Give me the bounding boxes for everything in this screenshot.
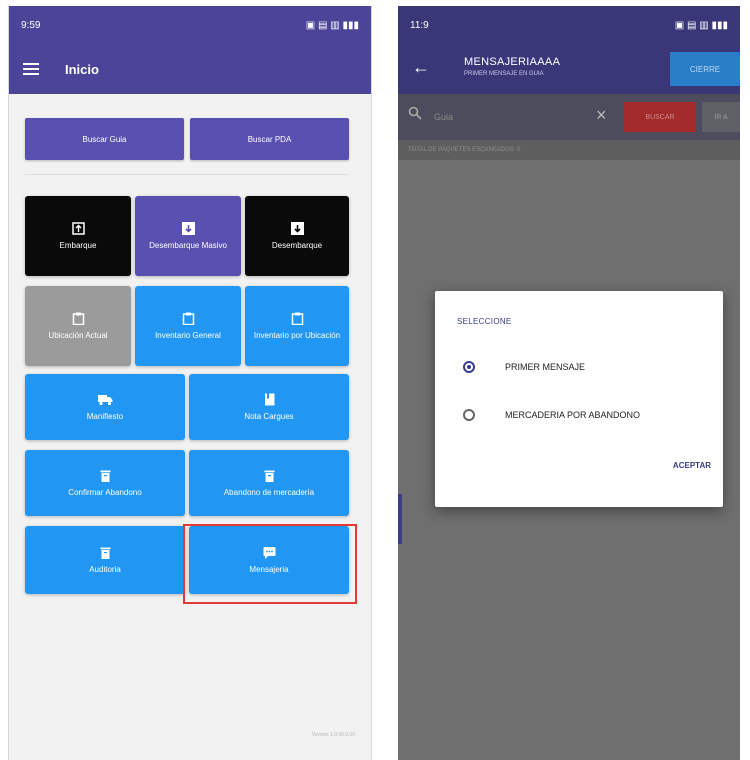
archive-icon [100, 547, 110, 559]
trash-icon [264, 470, 274, 482]
option-label: MERCADERIA POR ABANDONO [505, 410, 641, 420]
download-box-icon [290, 222, 304, 235]
clipboard-icon [72, 312, 84, 325]
status-time: 11:9 [410, 19, 429, 31]
cierre-button[interactable]: CIERRE [670, 52, 740, 86]
tile-desembarque-masivo[interactable]: Desembarque Masivo [135, 196, 241, 276]
option-label: PRIMER MENSAJE [505, 362, 586, 372]
page-title: Inicio [65, 61, 99, 77]
buscar-guia-button[interactable]: Buscar Guia [25, 118, 184, 160]
tile-label: Manifiesto [86, 412, 124, 421]
tile-label: Abandono de mercadería [223, 488, 315, 497]
edge-accent [398, 494, 402, 544]
tile-manifiesto[interactable]: Manifiesto [25, 374, 185, 440]
tile-label: Desembarque Masivo [149, 241, 227, 250]
phone-screen-home: 9:59 ▣ ▤ ▥ ▮▮▮ Inicio Buscar Guia Buscar… [8, 6, 372, 760]
tile-label: Auditoria [89, 565, 121, 574]
tile-label: Nota Cargues [244, 412, 294, 421]
phone-screen-mensajeria: 11:9 ▣ ▤ ▥ ▮▮▮ ← MENSAJERIAAAA PRIMER ME… [398, 6, 740, 760]
option-primer-mensaje[interactable]: PRIMER MENSAJE [463, 361, 585, 373]
back-arrow-icon[interactable]: ← [412, 58, 430, 76]
tile-label: Embarque [59, 241, 97, 250]
status-bar: 11:9 ▣ ▤ ▥ ▮▮▮ [398, 6, 740, 44]
buscar-button[interactable]: BUSCAR [624, 102, 696, 132]
clipboard-icon [291, 312, 303, 325]
radio-checked-icon[interactable] [463, 361, 475, 373]
clipboard-icon [182, 312, 194, 325]
tile-label: Inventario General [155, 331, 221, 340]
status-time: 9:59 [21, 19, 41, 31]
status-bar: 9:59 ▣ ▤ ▥ ▮▮▮ [9, 6, 371, 44]
divider [25, 174, 349, 175]
highlight-box [183, 524, 357, 604]
trash-icon [100, 470, 110, 482]
radio-unchecked-icon[interactable] [463, 409, 475, 421]
status-icons: ▣ ▤ ▥ ▮▮▮ [674, 19, 728, 31]
tile-label: Desembarque [271, 241, 323, 250]
version-text: Version 1.0.00.0.00 [311, 732, 355, 738]
tile-label: Ubicación Actual [48, 331, 108, 340]
tile-nota-cargue[interactable]: Nota Cargues [189, 374, 349, 440]
search-icon [408, 106, 422, 120]
tile-embarque[interactable]: Embarque [25, 196, 131, 276]
tile-inventario-general[interactable]: Inventario General [135, 286, 241, 366]
search-buttons-row: Buscar Guia Buscar PDA [25, 118, 349, 160]
tile-confirmar-abandono[interactable]: Confirmar Abandono [25, 450, 185, 516]
dialog-title: SELECCIONE [457, 317, 512, 326]
select-dialog: SELECCIONE PRIMER MENSAJE MERCADERIA POR… [435, 291, 723, 507]
download-box-icon [181, 222, 195, 235]
upload-box-icon [71, 222, 85, 235]
guia-search-input[interactable] [434, 109, 584, 125]
page-subtitle: PRIMER MENSAJE EN GUIA [464, 71, 544, 77]
aceptar-button[interactable]: ACEPTAR [673, 461, 711, 470]
menu-icon[interactable] [23, 63, 39, 75]
buscar-pda-button[interactable]: Buscar PDA [190, 118, 349, 160]
clear-icon[interactable]: × [596, 106, 607, 124]
total-scanned-text: TOTAL DE PAQUETES ESCANEADOS: 0 [398, 140, 740, 160]
status-icons: ▣ ▤ ▥ ▮▮▮ [305, 19, 359, 31]
tile-abandono-mercaderia[interactable]: Abandono de mercadería [189, 450, 349, 516]
tile-auditoria[interactable]: Auditoria [25, 526, 185, 594]
option-mercaderia-abandono[interactable]: MERCADERIA POR ABANDONO [463, 409, 640, 421]
truck-icon [97, 395, 112, 406]
tile-label: Confirmar Abandono [68, 488, 142, 497]
book-icon [264, 393, 274, 406]
ir-a-button[interactable]: IR A [702, 102, 740, 132]
tile-desembarque[interactable]: Desembarque [245, 196, 349, 276]
search-bar: × BUSCAR IR A [398, 94, 740, 140]
app-bar: Inicio [9, 44, 371, 94]
page-title: MENSAJERIAAAA [464, 56, 561, 68]
tile-inventario-ubicacion[interactable]: Inventario por Ubicación [245, 286, 349, 366]
tile-ubicacion-actual[interactable]: Ubicación Actual [25, 286, 131, 366]
tile-label: Inventario por Ubicación [253, 331, 341, 340]
app-bar: ← MENSAJERIAAAA PRIMER MENSAJE EN GUIA C… [398, 44, 740, 94]
